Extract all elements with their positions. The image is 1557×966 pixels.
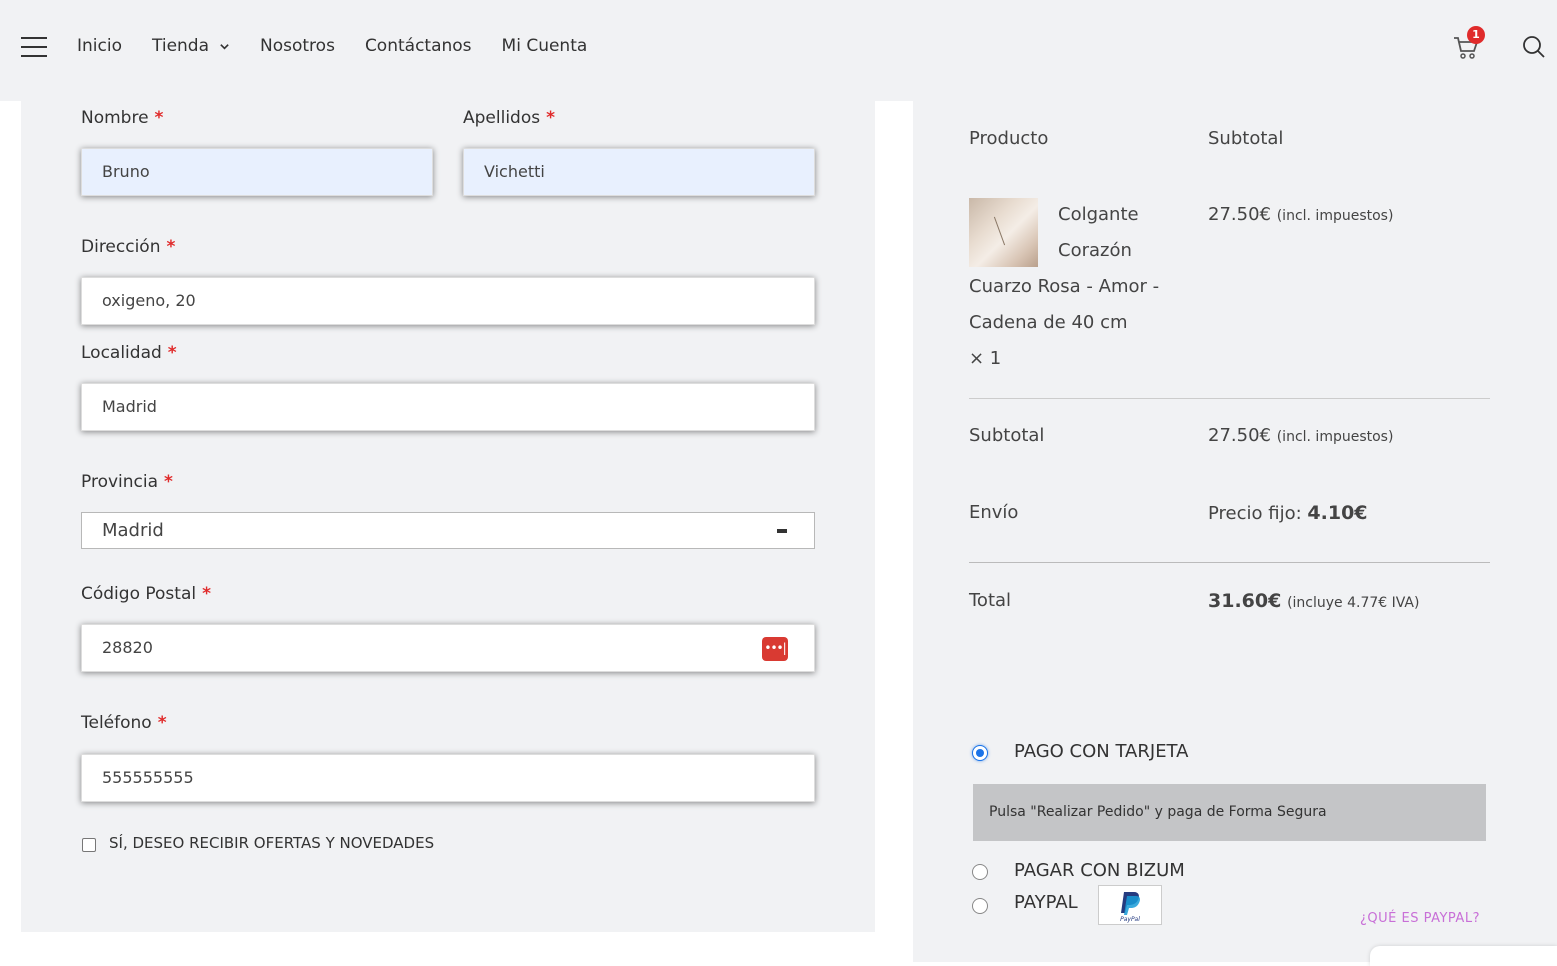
total-label: Total <box>969 590 1012 611</box>
what-is-paypal-link[interactable]: ¿QUÉ ES PAYPAL? <box>1360 911 1480 926</box>
col-subtotal-header: Subtotal <box>1208 128 1284 149</box>
product-price: 27.50€ (incl. impuestos) <box>1208 204 1394 225</box>
newsletter-checkbox[interactable] <box>82 838 96 852</box>
col-product-header: Producto <box>969 128 1049 149</box>
payment-card-description: Pulsa "Realizar Pedido" y paga de Forma … <box>973 784 1486 841</box>
main-nav: Inicio Tienda Nosotros Contáctanos Mi Cu… <box>77 36 617 56</box>
payment-paypal-radio[interactable] <box>972 898 988 914</box>
product-thumbnail[interactable] <box>969 198 1038 267</box>
subtotal-value: 27.50€ (incl. impuestos) <box>1208 425 1394 446</box>
paypal-logo: PayPal <box>1098 885 1162 925</box>
product-name-line: Cuarzo Rosa - Amor - <box>969 276 1160 297</box>
nombre-label: Nombre * <box>81 108 164 128</box>
apellidos-label: Apellidos * <box>463 108 555 128</box>
provincia-value: Madrid <box>102 520 164 541</box>
payment-bizum-radio[interactable] <box>972 864 988 880</box>
direccion-label: Dirección * <box>81 237 176 257</box>
svg-text:PayPal: PayPal <box>1120 916 1140 923</box>
nav-label: Inicio <box>77 36 122 56</box>
product-name-line: Corazón <box>1058 240 1132 261</box>
nav-item-contactanos[interactable]: Contáctanos <box>365 36 472 56</box>
localidad-field[interactable]: Madrid <box>81 383 815 431</box>
payment-paypal-label[interactable]: PAYPAL <box>1014 892 1078 913</box>
newsletter-label: SÍ, DESEO RECIBIR OFERTAS Y NOVEDADES <box>109 834 435 852</box>
product-name-line: Colgante <box>1058 204 1139 225</box>
total-value: 31.60€ (incluye 4.77€ IVA) <box>1208 590 1420 612</box>
codigo-postal-field[interactable]: 28820 •••| <box>81 624 815 672</box>
divider <box>969 562 1490 563</box>
product-qty: × 1 <box>969 348 1002 369</box>
subtotal-label: Subtotal <box>969 425 1045 446</box>
nav-item-inicio[interactable]: Inicio <box>77 36 122 56</box>
nav-label: Contáctanos <box>364 36 472 56</box>
nav-item-nosotros[interactable]: Nosotros <box>260 36 335 56</box>
menu-icon[interactable] <box>21 37 47 57</box>
chevron-down-icon <box>220 43 229 50</box>
provincia-select[interactable]: Madrid <box>81 512 815 549</box>
telefono-label: Teléfono * <box>81 713 167 733</box>
search-icon[interactable] <box>1522 35 1546 59</box>
payment-card-radio[interactable] <box>972 745 988 761</box>
shipping-value: Precio fijo: 4.10€ <box>1208 502 1368 524</box>
nav-label: Tienda <box>151 36 210 56</box>
apellidos-field[interactable]: Vichetti <box>463 148 815 196</box>
provincia-label: Provincia * <box>81 472 173 492</box>
floating-widget[interactable] <box>1370 946 1557 966</box>
product-name-line: Cadena de 40 cm <box>969 312 1128 333</box>
site-header: Inicio Tienda Nosotros Contáctanos Mi Cu… <box>0 0 1557 101</box>
codigo-postal-value: 28820 <box>102 638 153 657</box>
nav-item-tienda[interactable]: Tienda <box>152 36 230 56</box>
shipping-label: Envío <box>969 502 1019 523</box>
paypal-icon: PayPal <box>1120 892 1140 923</box>
localidad-label: Localidad * <box>81 343 177 363</box>
password-manager-icon[interactable]: •••| <box>762 637 788 661</box>
nav-label: Nosotros <box>260 36 335 56</box>
nombre-field[interactable]: Bruno <box>81 148 433 196</box>
codigo-postal-label: Código Postal * <box>81 584 211 604</box>
cart-count-badge: 1 <box>1467 26 1485 44</box>
payment-bizum-label[interactable]: PAGAR CON BIZUM <box>1014 860 1185 881</box>
nav-item-mi-cuenta[interactable]: Mi Cuenta <box>502 36 588 56</box>
select-arrow-icon <box>777 529 787 533</box>
telefono-field[interactable]: 555555555 <box>81 754 815 802</box>
direccion-field[interactable]: oxigeno, 20 <box>81 277 815 325</box>
payment-card-label[interactable]: PAGO CON TARJETA <box>1014 741 1188 762</box>
nav-label: Mi Cuenta <box>501 36 588 56</box>
divider <box>969 398 1490 399</box>
